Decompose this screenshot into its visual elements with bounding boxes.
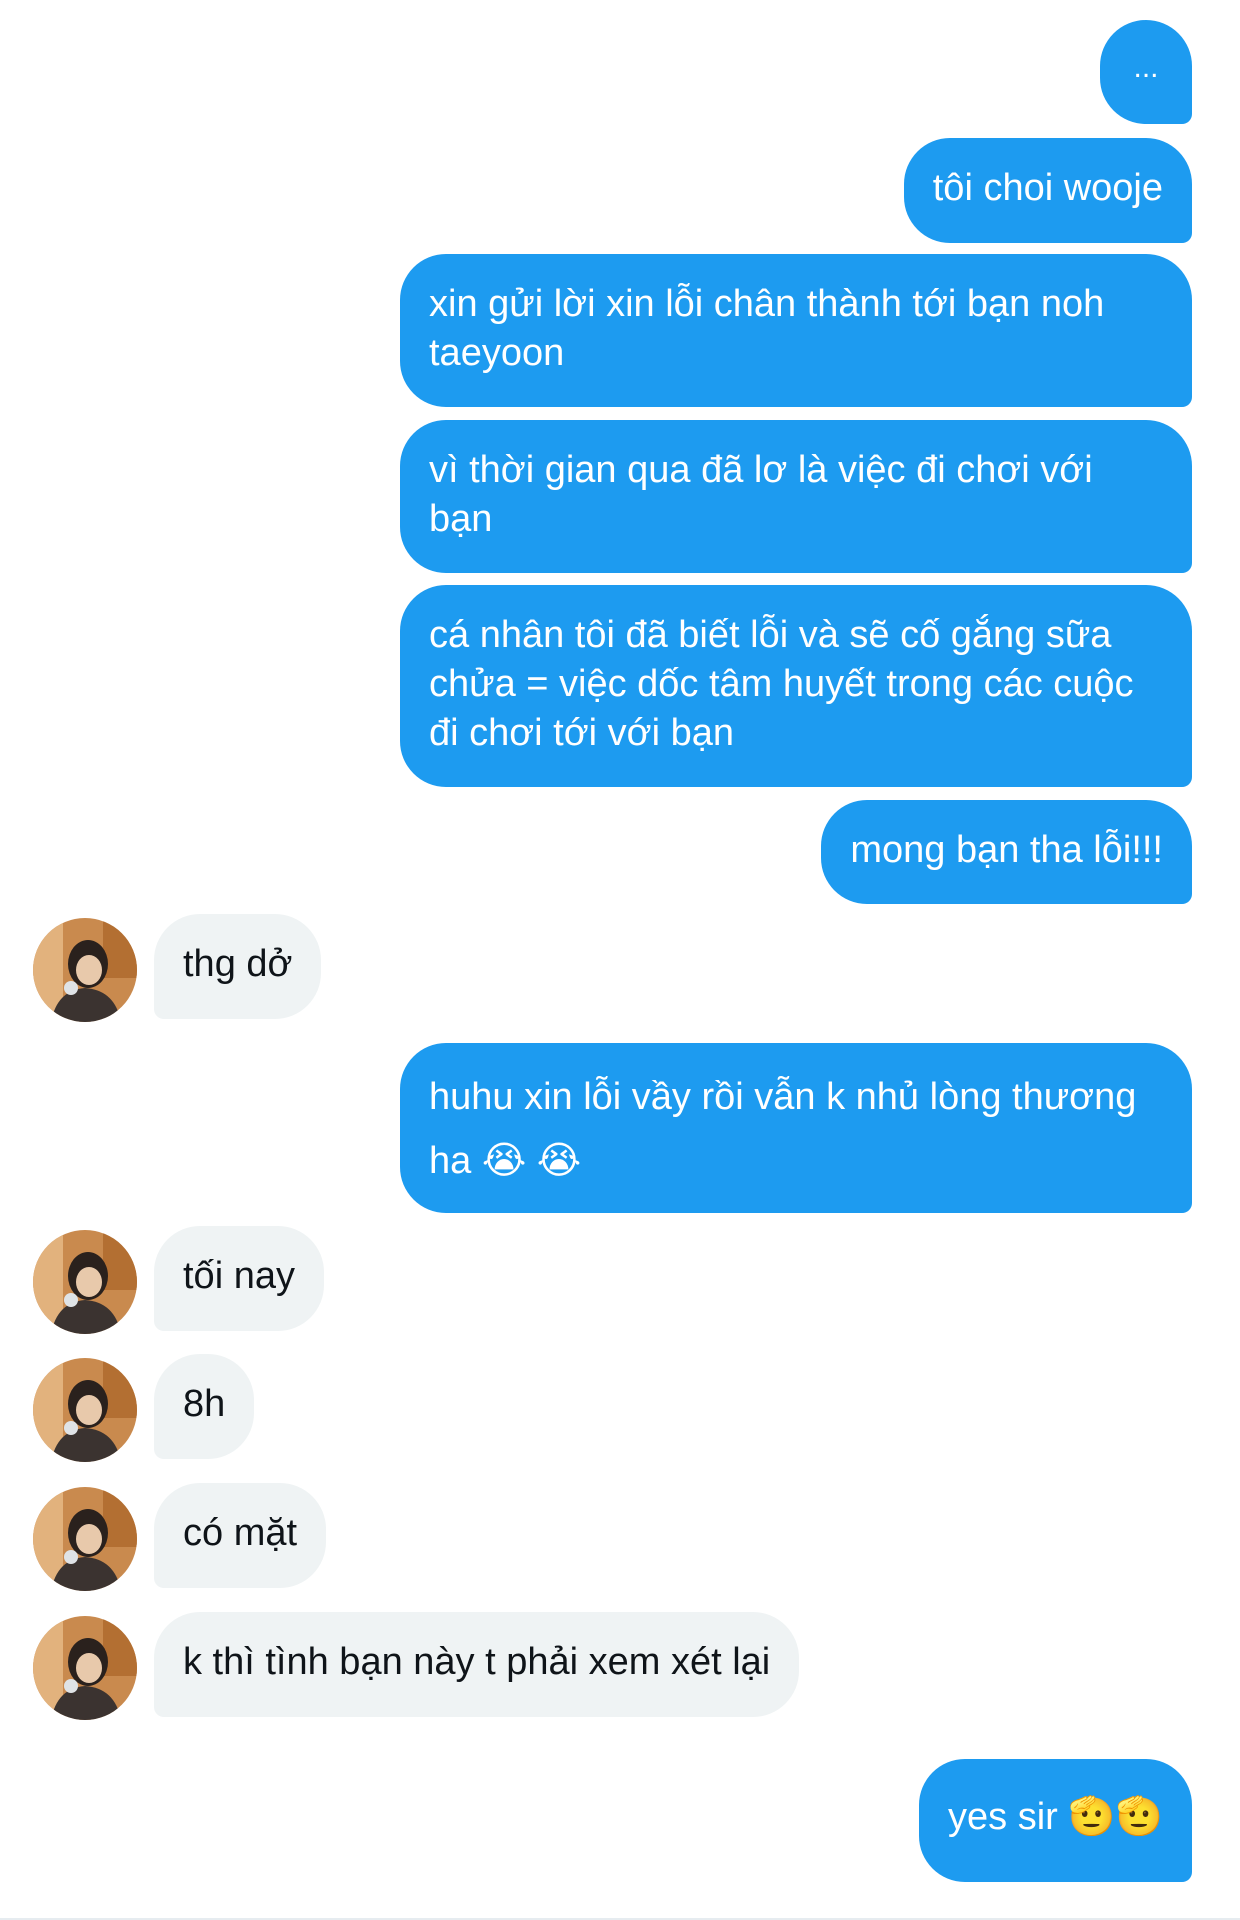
message-bubble-outgoing[interactable]: vì thời gian qua đã lơ là việc đi chơi v… (400, 420, 1192, 573)
avatar-photo-icon (33, 1230, 137, 1334)
avatar-photo-icon (33, 918, 137, 1022)
contact-avatar[interactable] (33, 1616, 137, 1720)
message-bubble-outgoing[interactable]: tôi choi wooje (903, 138, 1192, 243)
message-bubble-outgoing[interactable]: huhu xin lỗi vầy rồi vẫn k nhủ lòng thươ… (400, 1043, 1192, 1213)
avatar-photo-icon (33, 1358, 137, 1462)
contact-avatar[interactable] (33, 1358, 137, 1462)
message-bubble-outgoing[interactable]: yes sir 🫡🫡 (919, 1759, 1192, 1882)
avatar-photo-icon (33, 1616, 137, 1720)
message-bubble-outgoing[interactable]: cá nhân tôi đã biết lỗi và sẽ cố gắng sữ… (400, 585, 1192, 787)
conversation-thread: ... tôi choi wooje xin gửi lời xin lỗi c… (0, 0, 1240, 1920)
contact-avatar[interactable] (33, 1230, 137, 1334)
message-bubble-incoming[interactable]: 8h (154, 1354, 255, 1459)
avatar-photo-icon (33, 1487, 137, 1591)
message-bubble-outgoing[interactable]: ... (1100, 20, 1192, 124)
message-bubble-incoming[interactable]: k thì tình bạn này t phải xem xét lại (154, 1612, 800, 1717)
message-bubble-outgoing[interactable]: xin gửi lời xin lỗi chân thành tới bạn n… (400, 254, 1192, 407)
contact-avatar[interactable] (33, 1487, 137, 1591)
message-bubble-outgoing[interactable]: mong bạn tha lỗi!!! (821, 800, 1192, 904)
message-bubble-incoming[interactable]: có mặt (154, 1483, 327, 1588)
message-bubble-incoming[interactable]: tối nay (154, 1226, 324, 1331)
contact-avatar[interactable] (33, 918, 137, 1022)
message-bubble-incoming[interactable]: thg dở (154, 914, 322, 1019)
